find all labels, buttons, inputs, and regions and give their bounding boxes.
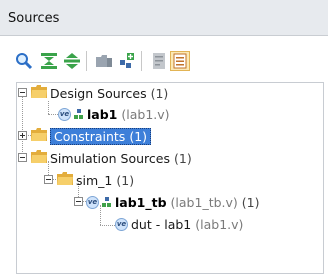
- folder-icon: [57, 172, 73, 188]
- sources-panel: Sources Design Sources (1) ve lab1 (lab1…: [0, 0, 328, 278]
- tree-item-lab1[interactable]: ve lab1 (lab1.v): [58, 104, 170, 124]
- top-module-icon: [102, 197, 111, 207]
- verilog-file-icon: ve: [58, 107, 71, 121]
- show-hierarchy-icon[interactable]: [170, 51, 190, 71]
- expand-toggle-constraints[interactable]: [18, 131, 27, 140]
- folder-icon: [31, 150, 47, 166]
- tree-item-lab1-tb[interactable]: ve lab1_tb (lab1_tb.v) (1): [86, 192, 260, 212]
- add-sources-icon[interactable]: [94, 51, 114, 71]
- collapse-toggle-simulation-sources[interactable]: [18, 153, 27, 162]
- collapse-all-icon[interactable]: [39, 51, 59, 71]
- tree-item-design-sources[interactable]: Design Sources (1): [31, 83, 168, 103]
- verilog-file-icon: ve: [86, 195, 99, 209]
- selected-label: Constraints (1): [50, 127, 152, 145]
- collapse-toggle-design-sources[interactable]: [18, 88, 27, 97]
- hierarchy-add-icon[interactable]: [117, 51, 137, 71]
- tree-item-constraints[interactable]: Constraints (1): [31, 126, 152, 146]
- folder-icon: [31, 85, 47, 101]
- panel-title: Sources: [0, 0, 328, 36]
- expand-all-icon[interactable]: [62, 51, 82, 71]
- top-module-icon: [74, 109, 83, 119]
- verilog-file-icon: ve: [115, 217, 128, 231]
- collapse-toggle-sim-1[interactable]: [44, 175, 53, 184]
- toolbar: [0, 37, 328, 79]
- tree-item-sim-1[interactable]: sim_1 (1): [57, 170, 134, 190]
- folder-icon: [31, 128, 47, 144]
- tree-item-dut[interactable]: ve dut - lab1 (lab1.v): [115, 214, 243, 234]
- sources-tree: Design Sources (1) ve lab1 (lab1.v) Cons…: [16, 82, 324, 274]
- properties-icon[interactable]: [149, 51, 169, 71]
- search-icon[interactable]: [14, 51, 34, 71]
- collapse-toggle-lab1-tb[interactable]: [74, 197, 83, 206]
- tree-item-simulation-sources[interactable]: Simulation Sources (1): [31, 148, 192, 168]
